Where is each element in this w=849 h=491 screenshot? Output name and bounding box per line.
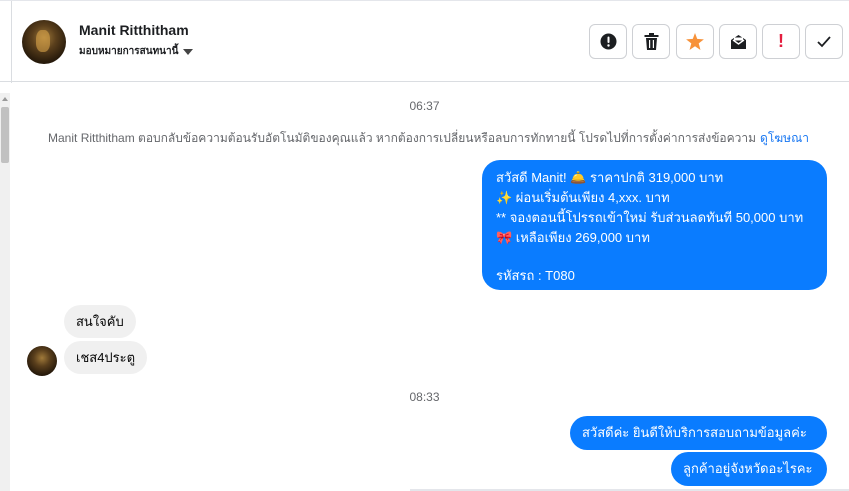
timestamp: 06:37	[409, 99, 440, 113]
contact-avatar-small[interactable]	[27, 346, 57, 376]
check-icon	[817, 35, 831, 47]
contact-avatar[interactable]	[22, 20, 66, 64]
message-line: สวัสดี Manit! 🛎️ ราคาปกติ 319,000 บาท	[496, 170, 724, 185]
message-line: ** จองตอนนี้โปรรถเข้าใหม่ รับส่วนลดทันที…	[496, 210, 804, 225]
mark-done-button[interactable]	[805, 24, 843, 59]
auto-reply-notice: Manit Ritthitham ตอบกลับข้อความต้อนรับอั…	[0, 129, 849, 148]
scrollbar[interactable]	[0, 93, 10, 491]
message-line: 🎀 เหลือเพียง 269,000 บาท	[496, 230, 650, 245]
message-line: ✨ ผ่อนเริ่มต้นเพียง 4,xxx. บาท	[496, 190, 670, 205]
contact-name[interactable]: Manit Ritthitham	[79, 22, 189, 38]
incoming-message[interactable]: เชส4ประตู	[64, 341, 148, 374]
timestamp: 08:33	[409, 390, 440, 404]
mark-unread-button[interactable]	[719, 24, 757, 59]
assign-label: มอบหมายการสนทนานี้	[79, 46, 179, 57]
caret-down-icon	[183, 48, 194, 55]
trash-icon	[644, 33, 658, 50]
alert-circle-icon	[600, 33, 616, 50]
incoming-message[interactable]: สนใจคับ	[64, 305, 136, 338]
delete-button[interactable]	[632, 24, 670, 59]
star-button[interactable]	[676, 24, 714, 59]
view-ad-link[interactable]: ดูโฆษณา	[760, 131, 809, 145]
conversation-header: Manit Ritthitham มอบหมายการสนทนานี้ !	[0, 0, 849, 83]
outgoing-message[interactable]: ลูกค้าอยู่จังหวัดอะไรคะ	[671, 452, 827, 486]
envelope-icon	[730, 34, 746, 49]
divider	[11, 1, 12, 83]
assign-conversation-dropdown[interactable]: มอบหมายการสนทนานี้	[79, 44, 194, 59]
notice-text: Manit Ritthitham ตอบกลับข้อความต้อนรับอั…	[48, 131, 757, 145]
star-icon	[686, 33, 704, 50]
mark-important-button[interactable]: !	[762, 24, 800, 59]
outgoing-message[interactable]: สวัสดีค่ะ ยินดีให้บริการสอบถามข้อมูลค่ะ	[570, 416, 827, 450]
message-line: รหัสรถ : T080	[496, 268, 575, 283]
outgoing-message[interactable]: สวัสดี Manit! 🛎️ ราคาปกติ 319,000 บาท ✨ …	[482, 160, 827, 290]
exclamation-icon: !	[778, 31, 784, 51]
mark-spam-button[interactable]	[589, 24, 627, 59]
